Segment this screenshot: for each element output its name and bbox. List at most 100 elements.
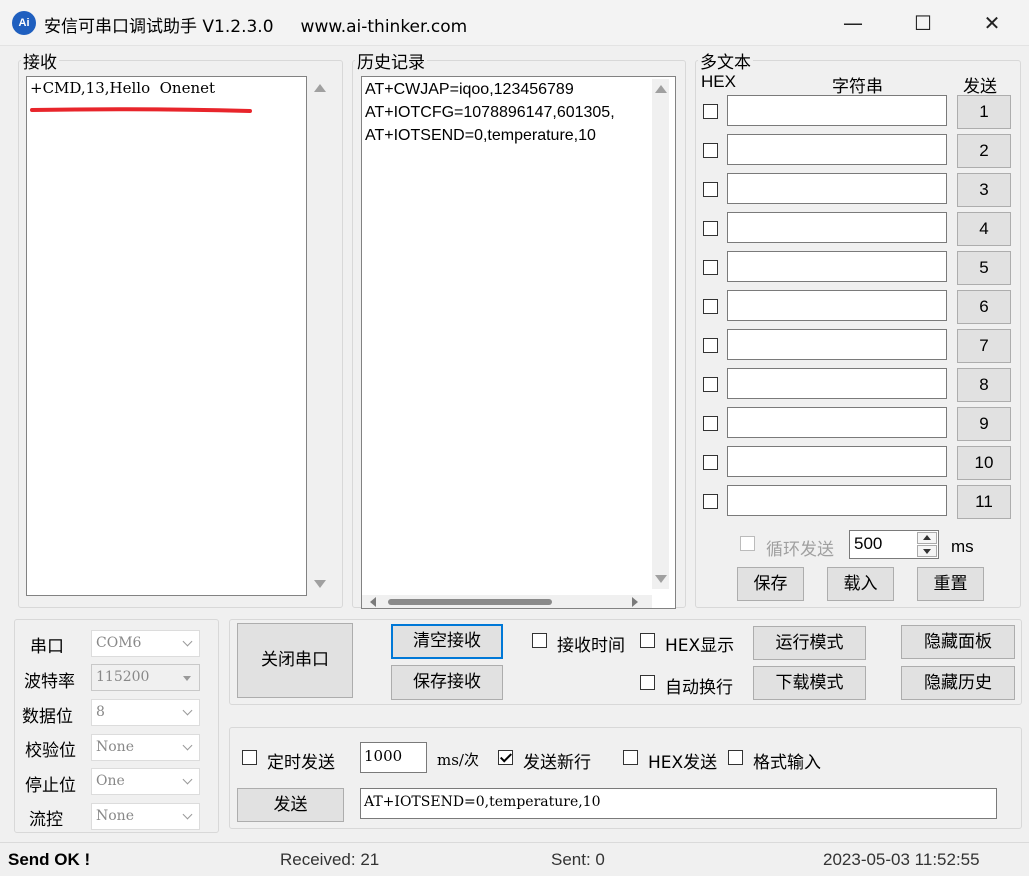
flow-select[interactable]: None — [91, 803, 200, 830]
timed-interval-input[interactable]: 1000 — [360, 742, 427, 773]
multitext-hex-checkbox[interactable] — [703, 377, 718, 392]
spin-down-button[interactable] — [917, 545, 937, 557]
multitext-hex-checkbox[interactable] — [703, 416, 718, 431]
loop-send-label: 循环发送 — [766, 540, 834, 560]
clear-receive-button[interactable]: 清空接收 — [391, 624, 503, 659]
multitext-string-input[interactable] — [727, 95, 947, 126]
maximize-button[interactable]: ☐ — [901, 8, 945, 38]
multitext-hex-checkbox[interactable] — [703, 299, 718, 314]
reset-multitext-button[interactable]: 重置 — [917, 567, 984, 601]
receive-textarea[interactable]: +CMD,13,Hello Onenet — [26, 76, 307, 596]
history-item[interactable]: AT+CWJAP=iqoo,123456789 — [365, 81, 574, 99]
download-mode-button[interactable]: 下载模式 — [753, 666, 866, 700]
hex-column-header: HEX — [701, 72, 736, 91]
spin-down-icon — [923, 549, 931, 554]
multitext-send-button[interactable]: 9 — [957, 407, 1011, 441]
scroll-down-icon[interactable] — [314, 580, 326, 588]
history-vscrollbar[interactable] — [652, 79, 669, 589]
hex-send-checkbox[interactable] — [623, 750, 638, 765]
run-mode-button[interactable]: 运行模式 — [753, 626, 866, 660]
hex-send-label: HEX发送 — [648, 753, 718, 773]
multitext-hex-checkbox[interactable] — [703, 260, 718, 275]
receive-text: +CMD,13,Hello Onenet — [30, 79, 216, 97]
scroll-left-icon[interactable] — [370, 597, 376, 607]
multitext-send-button[interactable]: 11 — [957, 485, 1011, 519]
title-bar: Ai 安信可串口调试助手 V1.2.3.0 www.ai-thinker.com… — [0, 0, 1029, 46]
scroll-right-icon[interactable] — [632, 597, 638, 607]
multitext-hex-checkbox[interactable] — [703, 221, 718, 236]
sent-count: Sent: 0 — [551, 850, 605, 869]
history-hscrollbar[interactable] — [362, 595, 652, 608]
send-button[interactable]: 发送 — [237, 788, 344, 822]
multitext-send-button[interactable]: 4 — [957, 212, 1011, 246]
load-multitext-button[interactable]: 载入 — [827, 567, 894, 601]
multitext-send-button[interactable]: 8 — [957, 368, 1011, 402]
send-text-input[interactable]: AT+IOTSEND=0,temperature,10 — [360, 788, 997, 819]
status-datetime: 2023-05-03 11:52:55 — [823, 850, 980, 869]
hide-history-button[interactable]: 隐藏历史 — [901, 666, 1015, 700]
loop-send-checkbox[interactable] — [740, 536, 755, 551]
auto-newline-label: 自动换行 — [665, 678, 733, 698]
hide-panel-button[interactable]: 隐藏面板 — [901, 625, 1015, 659]
scroll-down-icon[interactable] — [655, 575, 667, 583]
multitext-hex-checkbox[interactable] — [703, 455, 718, 470]
spin-up-button[interactable] — [917, 532, 937, 544]
port-select[interactable]: COM6 — [91, 630, 200, 657]
chevron-down-icon — [182, 705, 193, 716]
multitext-string-input[interactable] — [727, 212, 947, 243]
loop-unit-label: ms — [951, 537, 974, 556]
multitext-hex-checkbox[interactable] — [703, 143, 718, 158]
multitext-string-input[interactable] — [727, 251, 947, 282]
multitext-string-input[interactable] — [727, 329, 947, 360]
multitext-label: 多文本 — [700, 53, 751, 73]
received-count: Received: 21 — [280, 850, 380, 869]
parity-select[interactable]: None — [91, 734, 200, 761]
multitext-hex-checkbox[interactable] — [703, 182, 718, 197]
multitext-string-input[interactable] — [727, 407, 947, 438]
hscroll-thumb[interactable] — [388, 599, 552, 605]
multitext-string-input[interactable] — [727, 368, 947, 399]
multitext-string-input[interactable] — [727, 134, 947, 165]
multitext-send-button[interactable]: 10 — [957, 446, 1011, 480]
baud-select[interactable]: 115200 — [91, 664, 200, 691]
receive-time-checkbox[interactable] — [532, 633, 547, 648]
minimize-button[interactable]: — — [831, 8, 875, 38]
multitext-hex-checkbox[interactable] — [703, 104, 718, 119]
multitext-send-button[interactable]: 6 — [957, 290, 1011, 324]
multitext-hex-checkbox[interactable] — [703, 494, 718, 509]
timed-unit-label: ms/次 — [437, 751, 479, 769]
history-item[interactable]: AT+IOTCFG=1078896147,601305, — [365, 104, 615, 122]
format-input-label: 格式输入 — [753, 753, 821, 773]
timed-send-checkbox[interactable] — [242, 750, 257, 765]
app-url: www.ai-thinker.com — [300, 17, 468, 37]
close-window-button[interactable]: ✕ — [970, 8, 1014, 38]
receive-time-label: 接收时间 — [557, 636, 625, 656]
loop-interval-spinbox[interactable]: 500 — [849, 530, 939, 559]
receive-scrollbar[interactable] — [311, 78, 328, 596]
history-list[interactable]: AT+CWJAP=iqoo,123456789 AT+IOTCFG=107889… — [361, 76, 676, 609]
multitext-string-input[interactable] — [727, 446, 947, 477]
history-item[interactable]: AT+IOTSEND=0,temperature,10 — [365, 127, 596, 145]
save-receive-button[interactable]: 保存接收 — [391, 665, 503, 700]
multitext-hex-checkbox[interactable] — [703, 338, 718, 353]
scroll-up-icon[interactable] — [314, 84, 326, 92]
auto-newline-checkbox[interactable] — [640, 675, 655, 690]
receive-label: 接收 — [23, 53, 57, 73]
save-multitext-button[interactable]: 保存 — [737, 567, 804, 601]
stopbits-select[interactable]: One — [91, 768, 200, 795]
multitext-send-button[interactable]: 5 — [957, 251, 1011, 285]
close-port-button[interactable]: 关闭串口 — [237, 623, 353, 698]
multitext-string-input[interactable] — [727, 290, 947, 321]
multitext-send-button[interactable]: 3 — [957, 173, 1011, 207]
multitext-string-input[interactable] — [727, 173, 947, 204]
multitext-send-button[interactable]: 1 — [957, 95, 1011, 129]
format-input-checkbox[interactable] — [728, 750, 743, 765]
multitext-string-input[interactable] — [727, 485, 947, 516]
multitext-send-button[interactable]: 7 — [957, 329, 1011, 363]
scroll-up-icon[interactable] — [655, 85, 667, 93]
hex-display-checkbox[interactable] — [640, 633, 655, 648]
flow-value: None — [96, 808, 134, 824]
multitext-send-button[interactable]: 2 — [957, 134, 1011, 168]
databits-select[interactable]: 8 — [91, 699, 200, 726]
send-newline-checkbox[interactable] — [498, 750, 513, 765]
